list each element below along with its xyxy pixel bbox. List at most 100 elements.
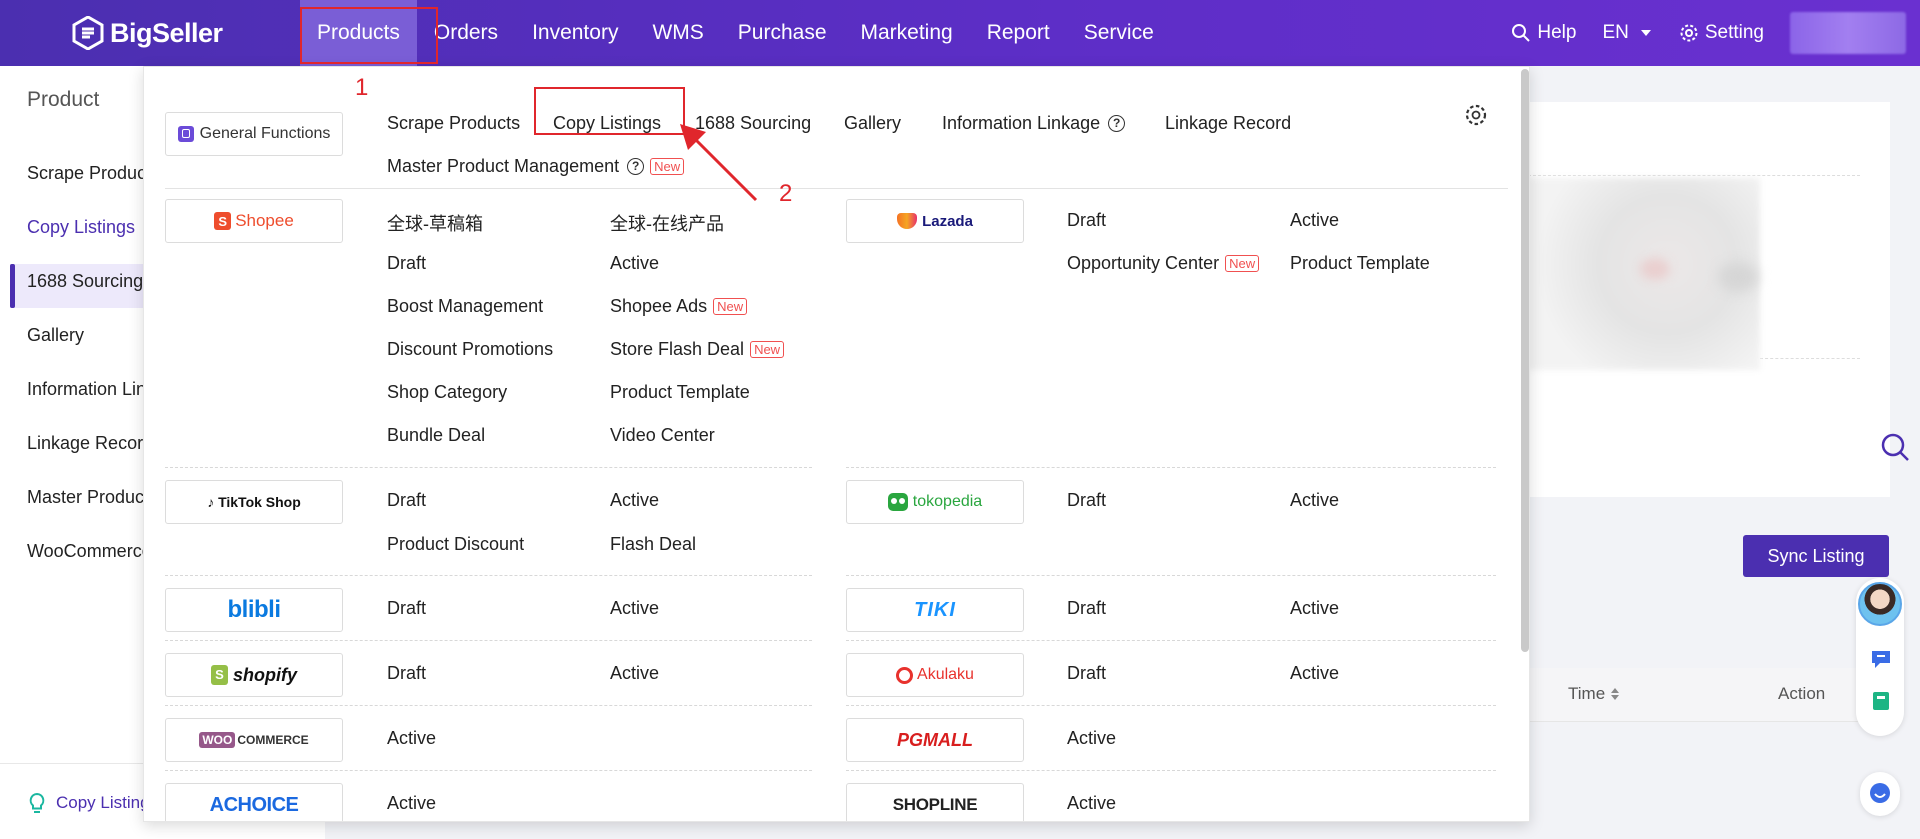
tokopedia-active[interactable]: Active [1290,490,1339,511]
shopee-video-center[interactable]: Video Center [610,425,715,446]
tiktok-flash-deal[interactable]: Flash Deal [610,534,696,555]
lazada-product-template[interactable]: Product Template [1290,253,1430,274]
tokopedia-draft[interactable]: Draft [1067,490,1106,511]
akulaku-active[interactable]: Active [1290,663,1339,684]
menu-divider [165,705,812,706]
blibli-active[interactable]: Active [610,598,659,619]
shopee-draft[interactable]: Draft [387,253,426,274]
help-circle-icon[interactable]: ? [1108,114,1126,132]
shopee-discount-promotions[interactable]: Discount Promotions [387,339,553,360]
floating-search-button[interactable] [1880,432,1910,467]
tiktok-draft[interactable]: Draft [387,490,426,511]
shopify-draft[interactable]: Draft [387,663,426,684]
menu-scrollbar[interactable] [1521,69,1529,652]
platform-blibli[interactable]: blibli [165,588,343,632]
nav-wms[interactable]: WMS [635,0,720,66]
achoice-active[interactable]: Active [387,793,436,814]
blibli-draft[interactable]: Draft [387,598,426,619]
shopee-shop-category[interactable]: Shop Category [387,382,507,403]
sidebar-item-woocommerce[interactable]: WooCommerce [27,541,152,562]
feedback-button[interactable] [1860,772,1900,816]
platform-shopify[interactable]: Sshopify [165,653,343,697]
menu-divider [846,575,1496,576]
products-mega-menu: General Functions Scrape Products Copy L… [143,66,1530,822]
tiki-active[interactable]: Active [1290,598,1339,619]
woocommerce-active[interactable]: Active [387,728,436,749]
tiki-draft[interactable]: Draft [1067,598,1106,619]
tiktok-active[interactable]: Active [610,490,659,511]
nav-report[interactable]: Report [970,0,1067,66]
platform-tiki[interactable]: TIKI [846,588,1024,632]
platform-lazada[interactable]: Lazada [846,199,1024,243]
shopee-product-template[interactable]: Product Template [610,382,750,403]
akulaku-ring-icon [896,666,914,684]
woocommerce-logo: WOO COMMERCE [199,732,309,748]
gear-icon[interactable] [1464,103,1488,127]
user-account-blurred[interactable] [1790,12,1906,54]
shopify-bag-icon: S [210,665,228,685]
menu-link-scrape-products[interactable]: Scrape Products [387,102,520,144]
platform-shopee[interactable]: S Shopee [165,199,343,243]
general-functions-button[interactable]: General Functions [165,112,343,156]
platform-woocommerce[interactable]: WOO COMMERCE [165,718,343,762]
tiki-logo: TIKI [914,598,956,621]
brand-logo[interactable]: BigSeller [72,16,223,50]
akulaku-draft[interactable]: Draft [1067,663,1106,684]
menu-link-information-linkage[interactable]: Information Linkage ? [942,102,1126,144]
shopee-global-active[interactable]: 全球-在线产品 [610,210,724,236]
menu-link-gallery[interactable]: Gallery [844,102,901,144]
setting-link[interactable]: Setting [1679,22,1764,44]
platform-tokopedia[interactable]: tokopedia [846,480,1024,524]
shopee-ads-label: Shopee Ads [610,296,708,316]
sidebar-item-1688-sourcing[interactable]: 1688 Sourcing [27,271,143,292]
platform-akulaku[interactable]: Akulaku [846,653,1024,697]
menu-link-master-product-management[interactable]: Master Product Management ? New [387,145,685,187]
table-header-time[interactable]: Time [1568,684,1620,704]
lazada-active[interactable]: Active [1290,210,1339,231]
sidebar-item-scrape-products[interactable]: Scrape Products [27,163,160,184]
shopee-ads[interactable]: Shopee Ads New [610,296,748,317]
shopee-store-flash-deal[interactable]: Store Flash Deal New [610,339,785,360]
sync-listing-button[interactable]: Sync Listing [1743,535,1889,577]
master-product-label: Master Product Management [387,155,620,176]
shopify-name: shopify [232,664,297,685]
pgmall-active[interactable]: Active [1067,728,1116,749]
platform-shopline[interactable]: SHOPLINE [846,783,1024,821]
platform-tiktok-shop[interactable]: ♪ TikTok Shop [165,480,343,524]
annotation-box-products [300,7,438,64]
table-header-action: Action [1778,684,1826,703]
platform-achoice[interactable]: ACHOICE [165,783,343,821]
nav-service[interactable]: Service [1067,0,1171,66]
lazada-logo: Lazada [897,213,973,230]
sidebar-tip-link[interactable]: Copy Listings [28,792,158,814]
menu-divider [165,640,812,641]
sidebar-item-copy-listings[interactable]: Copy Listings [27,217,135,238]
smile-icon [1870,783,1890,803]
lazada-draft[interactable]: Draft [1067,210,1106,231]
lazada-opportunity-center[interactable]: Opportunity Center New [1067,253,1260,274]
nav-inventory[interactable]: Inventory [515,0,635,66]
sidebar-item-gallery[interactable]: Gallery [27,325,84,346]
shopify-active[interactable]: Active [610,663,659,684]
help-circle-icon[interactable]: ? [627,157,645,175]
sidebar-item-linkage-record[interactable]: Linkage Record [27,433,153,454]
nav-marketing[interactable]: Marketing [844,0,970,66]
shopee-global-draft[interactable]: 全球-草稿箱 [387,210,483,236]
customer-service-avatar[interactable] [1858,582,1902,626]
shopee-bundle-deal[interactable]: Bundle Deal [387,425,485,446]
tiktok-product-discount[interactable]: Product Discount [387,534,524,555]
shopline-logo: SHOPLINE [892,795,978,814]
sort-icon [1611,688,1620,700]
chat-icon[interactable] [1870,648,1892,670]
help-link[interactable]: Help [1511,22,1576,44]
top-navbar: BigSeller Products Orders Inventory WMS … [0,0,1920,66]
shopify-logo: Sshopify [210,664,297,686]
shopee-boost-management[interactable]: Boost Management [387,296,543,317]
menu-link-linkage-record[interactable]: Linkage Record [1165,102,1291,144]
language-select[interactable]: EN [1602,22,1652,44]
shopline-active[interactable]: Active [1067,793,1116,814]
book-icon[interactable] [1870,690,1892,712]
shopee-active[interactable]: Active [610,253,659,274]
nav-purchase[interactable]: Purchase [721,0,844,66]
platform-pgmall[interactable]: PGMALL [846,718,1024,762]
